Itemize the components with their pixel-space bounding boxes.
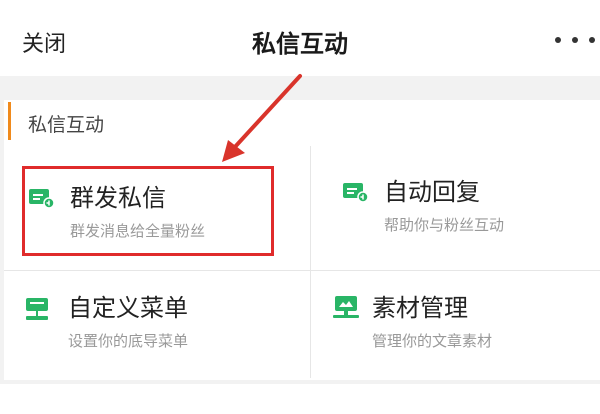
auto-reply-icon [343, 183, 369, 203]
top-bar: 关闭 私信互动 [0, 0, 600, 76]
card-title: 群发私信 [70, 184, 166, 212]
material-manage-icon [333, 296, 359, 318]
section-accent-bar [8, 102, 11, 140]
bottom-area [0, 384, 600, 414]
card-title: 素材管理 [372, 294, 468, 322]
card-title: 自定义菜单 [68, 294, 188, 322]
page: 关闭 私信互动 私信互动 群发私信 群发消息给全量粉丝 自动回复 帮助你与粉丝互… [0, 0, 600, 414]
card-material-manage[interactable]: 素材管理 管理你的文章素材 [310, 270, 600, 378]
mass-message-icon [29, 189, 55, 209]
feature-grid: 群发私信 群发消息给全量粉丝 自动回复 帮助你与粉丝互动 自定义菜单 设置你的底… [4, 146, 600, 380]
section-title: 私信互动 [28, 114, 105, 136]
section-header: 私信互动 [4, 100, 600, 146]
card-description: 设置你的底导菜单 [68, 332, 189, 350]
card-description: 帮助你与粉丝互动 [384, 216, 505, 234]
page-title: 私信互动 [252, 30, 348, 58]
card-title: 自动回复 [384, 178, 480, 206]
card-custom-menu[interactable]: 自定义菜单 设置你的底导菜单 [4, 270, 310, 378]
card-description: 群发消息给全量粉丝 [70, 222, 206, 240]
more-dots-icon[interactable] [552, 24, 598, 54]
card-mass-message[interactable]: 群发私信 群发消息给全量粉丝 [14, 164, 302, 264]
card-description: 管理你的文章素材 [372, 332, 493, 350]
custom-menu-icon [26, 298, 48, 320]
card-auto-reply[interactable]: 自动回复 帮助你与粉丝互动 [310, 164, 600, 264]
